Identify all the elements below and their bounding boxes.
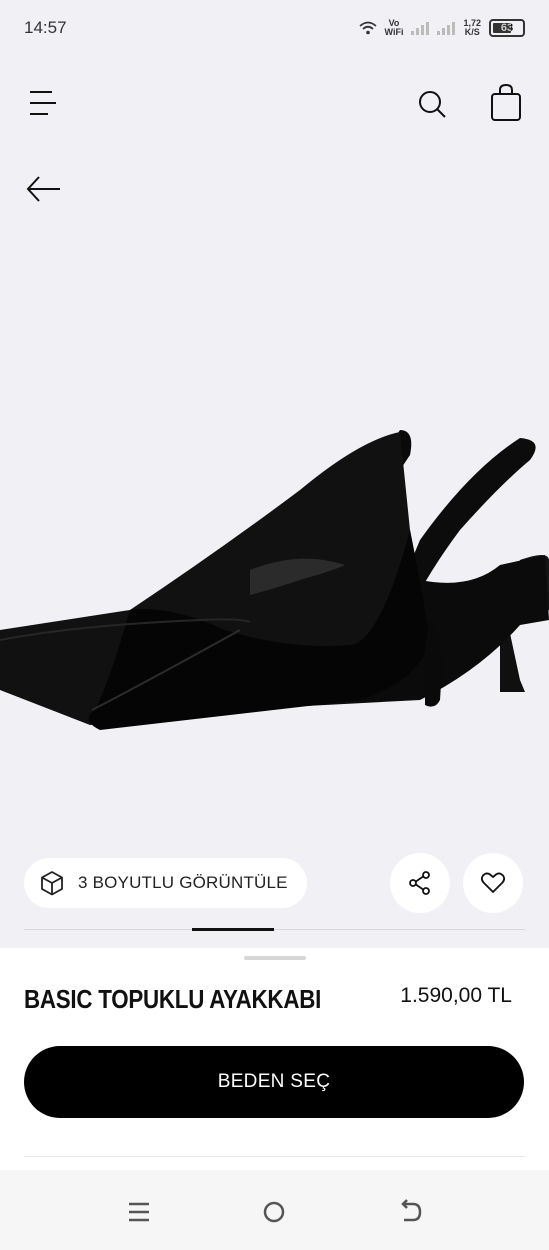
signal-icon-2 — [437, 21, 456, 35]
back-icon — [401, 1199, 422, 1222]
signal-icon — [411, 21, 430, 35]
product-image[interactable] — [0, 380, 549, 780]
search-icon — [419, 91, 446, 118]
wifi-label: Vo WiFi — [385, 19, 404, 37]
favorite-button[interactable] — [463, 853, 523, 913]
shopping-bag-button[interactable] — [488, 82, 524, 122]
menu-icon — [30, 91, 56, 115]
system-back-button[interactable] — [396, 1198, 426, 1226]
menu-button[interactable] — [26, 88, 60, 118]
sheet-handle[interactable] — [244, 956, 306, 960]
gallery-position-indicator — [192, 928, 274, 931]
recents-icon — [129, 1202, 149, 1222]
home-icon — [263, 1201, 285, 1223]
wifi-icon — [358, 21, 377, 35]
battery-level: 63 — [500, 21, 514, 34]
cube-3d-icon — [41, 871, 63, 896]
home-button[interactable] — [259, 1198, 289, 1226]
share-button[interactable] — [390, 853, 450, 913]
system-nav-bar — [0, 1170, 549, 1250]
view-3d-label: 3 BOYUTLU GÖRÜNTÜLE — [78, 873, 288, 892]
top-nav — [0, 76, 549, 132]
heart-icon — [480, 872, 506, 893]
product-price: 1.590,00 TL — [400, 984, 512, 1007]
recents-button[interactable] — [124, 1198, 154, 1226]
network-speed: 1,72 K/S — [463, 19, 481, 37]
share-icon — [409, 871, 430, 895]
back-arrow-icon — [26, 176, 60, 202]
product-info-sheet: BASIC TOPUKLU AYAKKABI 1.590,00 TL BEDEN… — [0, 948, 549, 1170]
select-size-button[interactable]: BEDEN SEÇ — [24, 1046, 524, 1118]
gallery-track — [24, 929, 525, 930]
status-bar: 14:57 Vo WiFi 1,72 K/S 63 — [0, 0, 549, 56]
view-3d-button[interactable]: 3 BOYUTLU GÖRÜNTÜLE — [24, 858, 307, 908]
wifi-label-bottom: WiFi — [384, 27, 404, 37]
search-button[interactable] — [414, 86, 450, 122]
back-button[interactable] — [24, 172, 64, 206]
battery-icon: 63 — [489, 19, 525, 37]
product-name: BASIC TOPUKLU AYAKKABI — [24, 984, 322, 1014]
status-time: 14:57 — [24, 18, 67, 37]
shopping-bag-icon — [491, 83, 521, 121]
network-speed-unit: K/S — [464, 27, 480, 37]
status-icons: Vo WiFi 1,72 K/S 63 — [358, 19, 525, 37]
divider — [24, 1156, 525, 1157]
